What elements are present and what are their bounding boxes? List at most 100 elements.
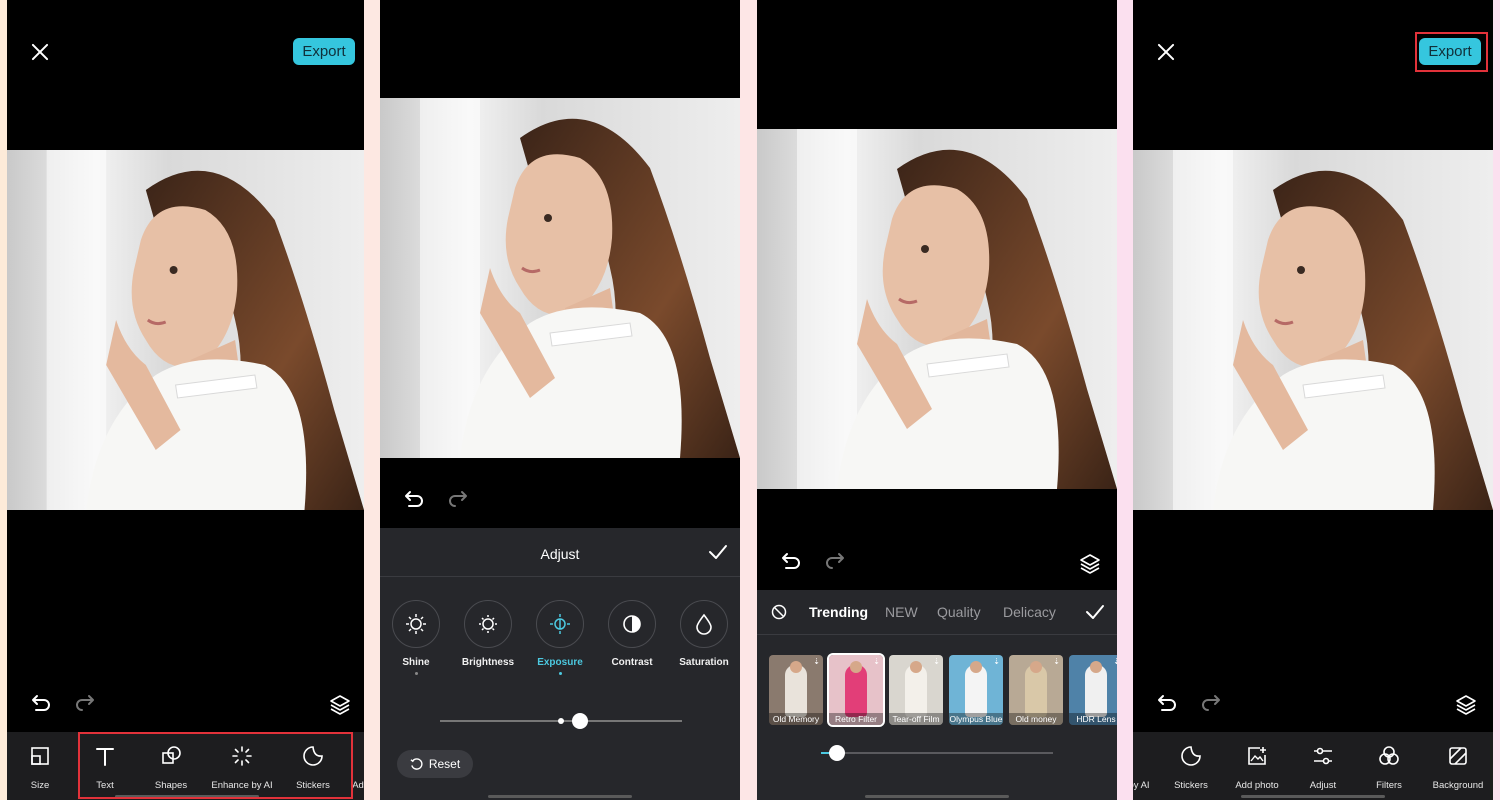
filter-label: Olympus Blue bbox=[949, 713, 1003, 725]
download-icon: ⇣ bbox=[933, 657, 940, 666]
photo-canvas[interactable] bbox=[757, 129, 1117, 489]
undo-icon[interactable] bbox=[1157, 692, 1177, 712]
adjust-label: Shine bbox=[402, 657, 430, 668]
undo-icon[interactable] bbox=[404, 488, 424, 508]
adjust-shine[interactable]: Shine bbox=[380, 600, 452, 675]
add-photo-icon bbox=[1222, 742, 1292, 770]
adjust-label: Saturation bbox=[679, 657, 729, 668]
adjust-label: Exposure bbox=[537, 657, 583, 668]
check-icon[interactable] bbox=[708, 544, 728, 565]
adjust-label: Brightness bbox=[461, 657, 515, 668]
tool-add-photo[interactable]: Add photo bbox=[1222, 742, 1292, 791]
undo-icon[interactable] bbox=[781, 550, 801, 570]
download-icon: ⇣ bbox=[993, 657, 1000, 666]
export-button[interactable]: Export bbox=[293, 38, 355, 65]
download-icon: ⇣ bbox=[873, 657, 880, 666]
tool-label: Background bbox=[1432, 780, 1484, 791]
shine-icon bbox=[392, 600, 440, 648]
adjust-contrast[interactable]: Contrast bbox=[596, 600, 668, 668]
thumb-figure-head bbox=[970, 661, 982, 673]
redo-icon[interactable] bbox=[1201, 692, 1221, 712]
tool-filters[interactable]: Filters bbox=[1354, 742, 1424, 791]
thumb-figure-head bbox=[790, 661, 802, 673]
filter-thumb[interactable]: ⇣ Retro Filter bbox=[827, 653, 885, 727]
filter-label: HDR Lens bbox=[1069, 713, 1117, 725]
thumb-figure-head bbox=[910, 661, 922, 673]
close-icon[interactable] bbox=[1155, 41, 1177, 63]
adjust-panel: Adjust Shine Brightness Exposure Contras… bbox=[380, 0, 740, 800]
home-indicator bbox=[865, 795, 1009, 798]
filter-thumb[interactable]: ⇣ Old money bbox=[1009, 655, 1063, 725]
sheet-title: Adjust bbox=[540, 546, 580, 562]
filter-thumb[interactable]: ⇣ Olympus Blue bbox=[949, 655, 1003, 725]
thumb-figure-head bbox=[850, 661, 862, 673]
close-icon[interactable] bbox=[29, 41, 51, 63]
reset-label: Reset bbox=[428, 757, 461, 771]
tool-label: Filters bbox=[1376, 780, 1402, 791]
thumb-figure-head bbox=[1090, 661, 1102, 673]
tool-stickers[interactable]: Stickers bbox=[1156, 742, 1226, 791]
slider-center-mark bbox=[558, 718, 564, 724]
check-icon[interactable] bbox=[1085, 604, 1105, 625]
filters-icon bbox=[1354, 742, 1424, 770]
filter-thumb[interactable]: ⇣ Tear-off Film bbox=[889, 655, 943, 725]
slider-knob[interactable] bbox=[572, 713, 589, 729]
filter-sheet: Trending NEW Quality Delicacy ⇣ Old Memor… bbox=[757, 590, 1117, 800]
tool-size[interactable]: Size bbox=[7, 742, 75, 791]
photo-canvas[interactable] bbox=[7, 150, 364, 510]
contrast-icon bbox=[608, 600, 656, 648]
highlight-box bbox=[78, 732, 353, 799]
tool-adjust[interactable]: Adjust bbox=[1288, 742, 1358, 791]
tool-label: Size bbox=[30, 780, 50, 791]
indicator-dot bbox=[558, 672, 562, 675]
filters-panel: Trending NEW Quality Delicacy ⇣ Old Memor… bbox=[757, 0, 1117, 800]
redo-icon[interactable] bbox=[75, 692, 95, 712]
tab-quality[interactable]: Quality bbox=[937, 604, 981, 620]
editor-panel-main: Export by AI Stickers Add photo Adjust bbox=[1133, 0, 1493, 800]
adjust-brightness[interactable]: Brightness bbox=[452, 600, 524, 668]
tab-trending[interactable]: Trending bbox=[809, 604, 868, 620]
download-icon: ⇣ bbox=[1053, 657, 1060, 666]
thumb-figure-head bbox=[1030, 661, 1042, 673]
redo-icon[interactable] bbox=[448, 488, 468, 508]
reset-icon bbox=[410, 757, 423, 770]
photo-canvas[interactable] bbox=[1133, 150, 1493, 510]
reset-button[interactable]: Reset bbox=[397, 750, 473, 778]
brightness-icon bbox=[464, 600, 512, 648]
tool-background[interactable]: Background bbox=[1423, 742, 1493, 791]
filter-intensity-slider[interactable] bbox=[821, 752, 1053, 754]
no-filter-icon[interactable] bbox=[771, 604, 787, 625]
background-icon bbox=[1423, 742, 1493, 770]
filter-label: Old Memory bbox=[769, 713, 823, 725]
filter-label: Retro Filter bbox=[829, 713, 883, 725]
saturation-icon bbox=[680, 600, 728, 648]
tab-delicacy[interactable]: Delicacy bbox=[1003, 604, 1056, 620]
adjust-icon bbox=[1288, 742, 1358, 770]
exposure-icon bbox=[536, 600, 584, 648]
filter-label: Tear-off Film bbox=[889, 713, 943, 725]
tool-label: Add photo bbox=[1235, 780, 1279, 791]
filter-label: Old money bbox=[1009, 713, 1063, 725]
redo-icon[interactable] bbox=[825, 550, 845, 570]
download-icon: ⇣ bbox=[813, 657, 820, 666]
layers-icon[interactable] bbox=[1455, 694, 1477, 716]
highlight-box bbox=[1415, 32, 1488, 72]
home-indicator bbox=[1241, 795, 1385, 798]
layers-icon[interactable] bbox=[329, 694, 351, 716]
adjust-saturation[interactable]: Saturation bbox=[668, 600, 740, 668]
adjust-sheet: Adjust Shine Brightness Exposure Contras… bbox=[380, 528, 740, 800]
home-indicator bbox=[488, 795, 632, 798]
undo-icon[interactable] bbox=[31, 692, 51, 712]
divider bbox=[757, 634, 1117, 635]
adjust-exposure[interactable]: Exposure bbox=[524, 600, 596, 675]
size-icon bbox=[7, 742, 75, 770]
download-icon: ⇣ bbox=[1113, 657, 1117, 666]
layers-icon[interactable] bbox=[1079, 553, 1101, 575]
photo-canvas[interactable] bbox=[380, 98, 740, 458]
tab-new[interactable]: NEW bbox=[885, 604, 918, 620]
filter-thumb[interactable]: ⇣ Old Memory bbox=[769, 655, 823, 725]
filter-thumb[interactable]: ⇣ HDR Lens bbox=[1069, 655, 1117, 725]
tool-label: Adjust bbox=[1309, 780, 1337, 791]
sticker-icon bbox=[1156, 742, 1226, 770]
slider-knob[interactable] bbox=[829, 745, 846, 761]
